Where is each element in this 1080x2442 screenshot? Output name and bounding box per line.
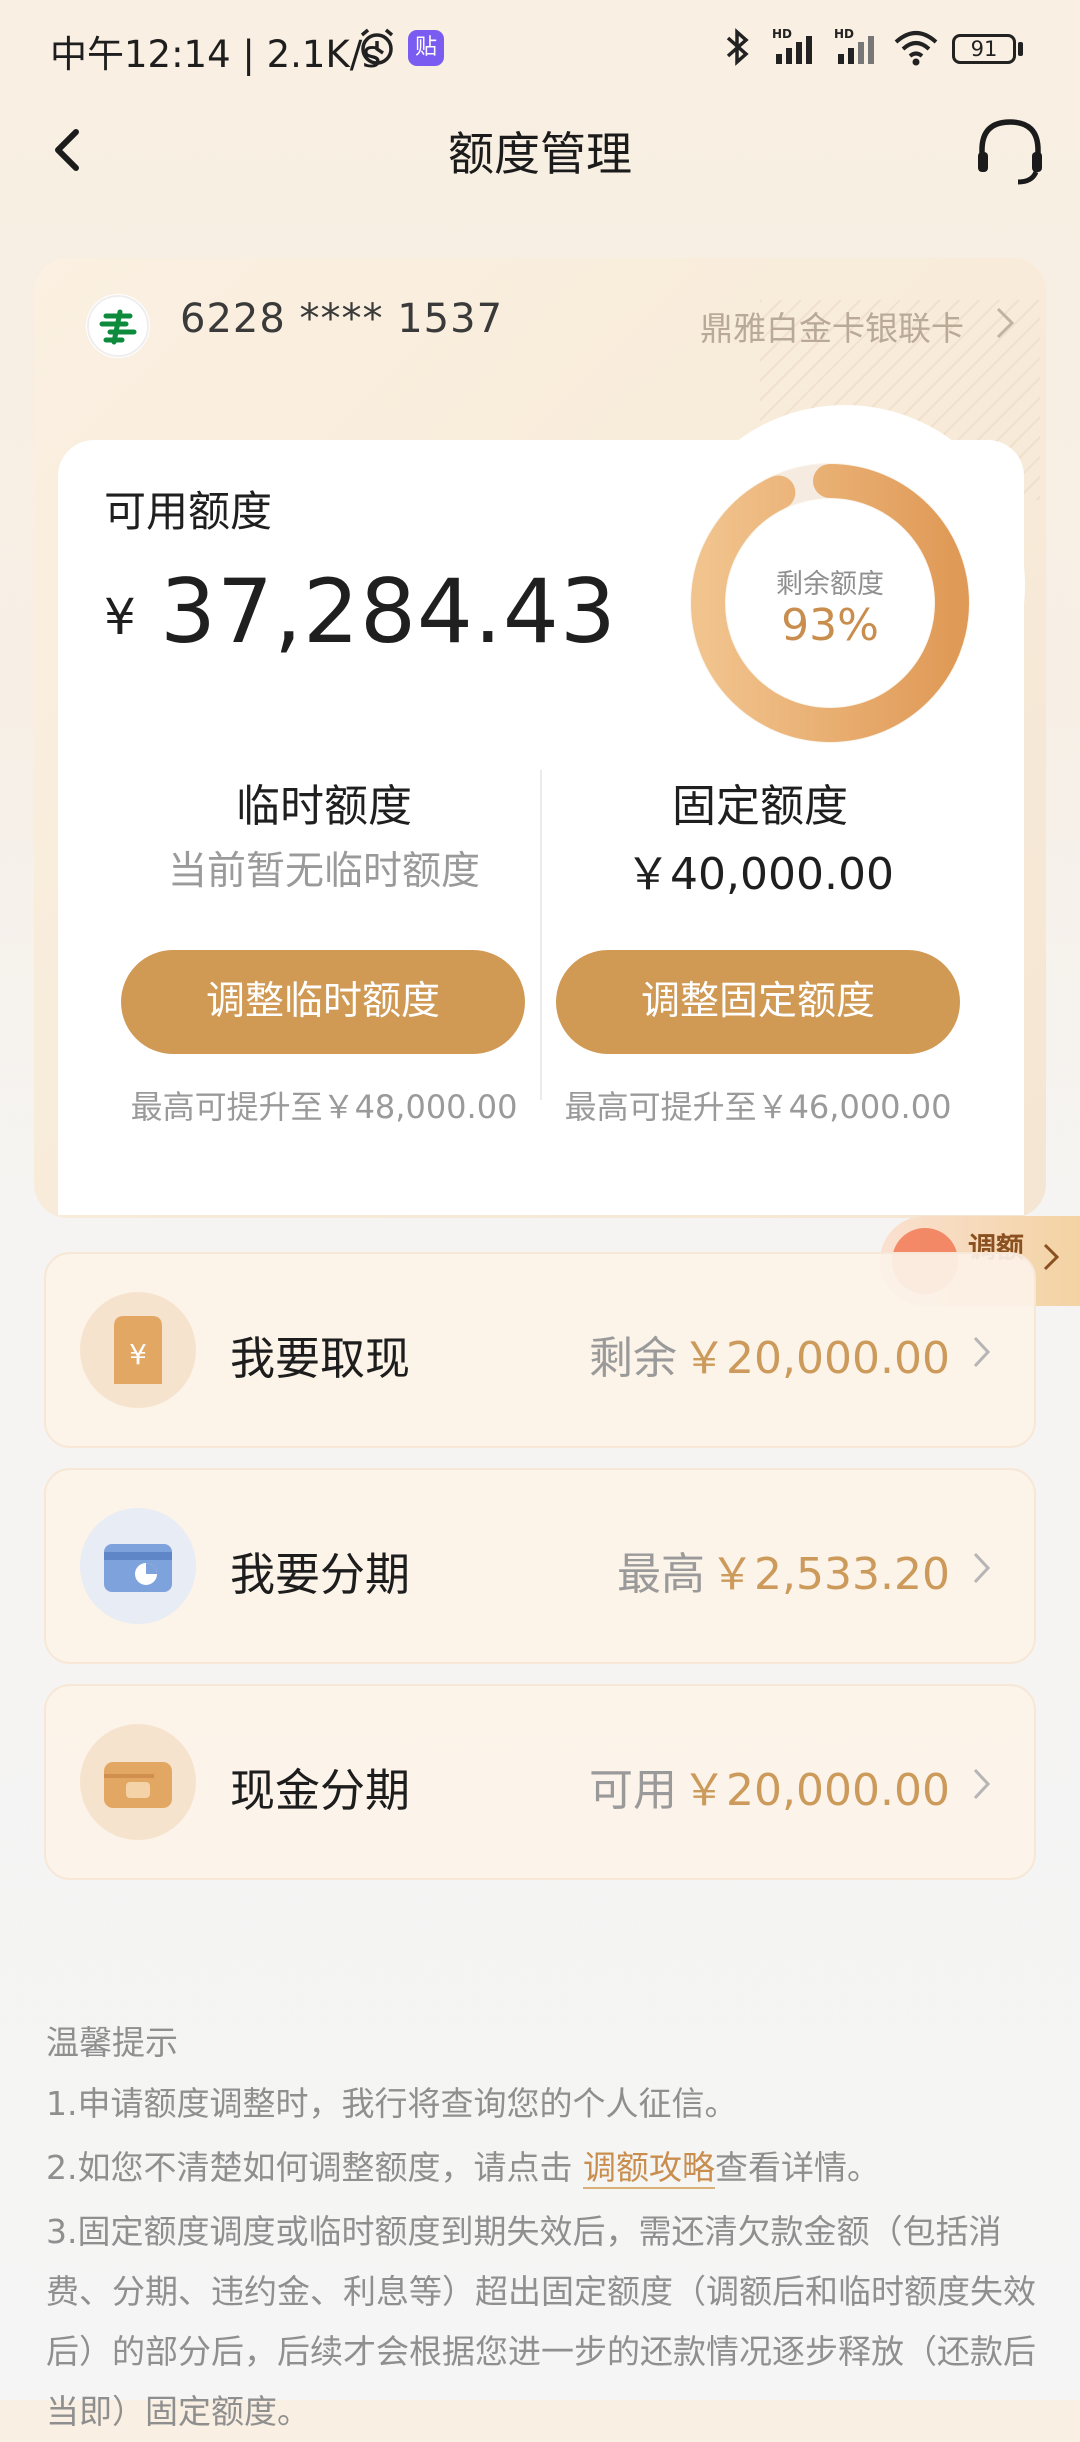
status-bar: 中午12:14 | 2.1K/s 贴 HD HD 91 [0, 0, 1080, 100]
signal-icon-2: HD [834, 27, 874, 64]
list-item-title: 现金分期 [230, 1764, 411, 1817]
tip-item-1: 1.申请额度调整时，我行将查询您的个人征信。 [46, 2084, 738, 2123]
list-item-value: ￥20,000.00 [682, 1765, 950, 1816]
available-limit-amount: 37,284.43 [160, 560, 617, 663]
card-number: 6228 **** 1537 [180, 296, 504, 342]
list-item-label: 剩余 [588, 1333, 677, 1384]
list-item-info: 最高 ￥2,533.20 [560, 1538, 950, 1602]
list-item-label: 可用 [588, 1765, 677, 1816]
bank-logo-icon [86, 294, 150, 358]
list-item-value: ￥20,000.00 [682, 1333, 950, 1384]
list-item-title: 我要分期 [230, 1548, 411, 1601]
tip-item-2: 2.如您不清楚如何调整额度，请点击 调额攻略查看详情。 [46, 2138, 1036, 2198]
battery-level: 91 [970, 37, 998, 61]
available-limit-label: 可用额度 [104, 487, 273, 536]
temp-limit-note: 最高可提升至￥48,000.00 [130, 1088, 518, 1126]
card-type-link[interactable]: 鼎雅白金卡银联卡 [700, 302, 964, 350]
chevron-right-icon [973, 1768, 991, 1800]
chevron-right-icon [1043, 1243, 1060, 1271]
list-item-info: 可用 ￥20,000.00 [560, 1754, 950, 1818]
tip-item-3: 3.固定额度调度或临时额度到期失效后，需还清欠款金额（包括消费、分期、违约金、利… [46, 2212, 1036, 2431]
fixed-limit-amount: ￥40,000.00 [626, 849, 894, 900]
chevron-right-icon[interactable] [994, 305, 1016, 341]
customer-service-icon[interactable] [970, 112, 1050, 192]
alarm-icon [360, 28, 394, 65]
svg-text:¥: ¥ [129, 1338, 147, 1371]
temp-limit-title: 临时额度 [236, 781, 412, 832]
temp-limit-subtitle: 当前暂无临时额度 [167, 849, 480, 894]
battery-tip [1018, 42, 1023, 56]
status-time: 中午12:14 | 2.1K/s [50, 33, 382, 76]
tips-title: 温馨提示 [46, 2023, 178, 2062]
ring-percent: 93% [781, 600, 879, 651]
currency-symbol: ¥ [104, 588, 136, 646]
list-item-value: ￥2,533.20 [710, 1549, 950, 1600]
page-title: 额度管理 [448, 127, 632, 181]
installment-card-icon [80, 1508, 196, 1624]
wifi-icon [894, 31, 938, 66]
svg-text:HD: HD [772, 27, 792, 41]
tip-text: 2.如您不清楚如何调整额度，请点击 [46, 2148, 583, 2187]
fixed-limit-note: 最高可提升至￥46,000.00 [564, 1088, 952, 1126]
chevron-right-icon [973, 1552, 991, 1584]
battery-indicator: 91 [952, 34, 1016, 64]
fixed-limit-title: 固定额度 [672, 781, 848, 832]
ring-label: 剩余额度 [776, 569, 884, 600]
chevron-right-icon [973, 1336, 991, 1368]
adjust-temp-limit-button[interactable]: 调整临时额度 [121, 950, 525, 1054]
signal-icon-1: HD [772, 27, 812, 64]
adjust-fixed-limit-button[interactable]: 调整固定额度 [556, 950, 960, 1054]
list-item-info: 剩余 ￥20,000.00 [560, 1322, 950, 1386]
bluetooth-icon [726, 28, 749, 66]
wallet-icon [80, 1724, 196, 1840]
limit-guide-link[interactable]: 调额攻略 [582, 2148, 715, 2189]
list-item-title: 我要取现 [230, 1332, 411, 1385]
list-item-label: 最高 [616, 1549, 705, 1600]
svg-text:HD: HD [834, 27, 854, 41]
notification-app-icon: 贴 [408, 30, 444, 66]
cash-withdraw-icon: ¥ [80, 1292, 196, 1408]
tip-text: 查看详情。 [714, 2148, 880, 2187]
